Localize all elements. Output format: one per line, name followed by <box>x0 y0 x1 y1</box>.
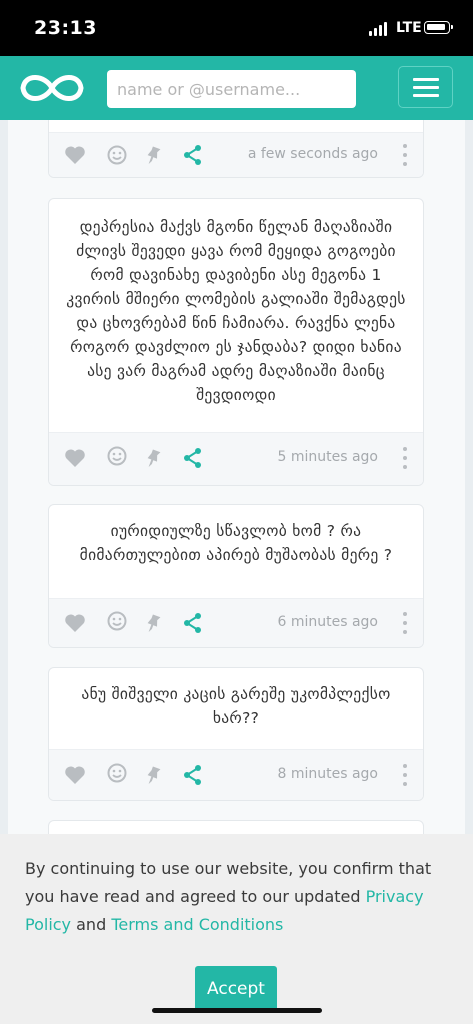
network-label: LTE <box>396 20 422 36</box>
post-timestamp: 8 minutes ago <box>277 766 378 782</box>
post-actions: 5 minutes ago <box>49 432 423 485</box>
status-bar: 23:13 LTE <box>0 0 473 56</box>
more-options-icon[interactable] <box>403 144 407 166</box>
share-icon[interactable] <box>181 446 205 470</box>
smiley-icon[interactable] <box>105 761 129 785</box>
pin-icon[interactable] <box>141 446 165 470</box>
post-timestamp: 5 minutes ago <box>277 449 378 465</box>
battery-icon <box>424 21 453 34</box>
pin-icon[interactable] <box>141 143 165 167</box>
post-timestamp: 6 minutes ago <box>277 614 378 630</box>
pin-icon[interactable] <box>141 611 165 635</box>
post-card: დეპრესია მაქვს მგონი წელან მაღაზიაში ძლი… <box>48 198 424 486</box>
post-card: a few seconds ago <box>48 120 424 178</box>
heart-icon[interactable] <box>63 446 87 470</box>
signal-icon <box>369 22 389 36</box>
share-icon[interactable] <box>181 763 205 787</box>
more-options-icon[interactable] <box>403 447 407 469</box>
smiley-icon[interactable] <box>105 609 129 633</box>
home-indicator <box>152 1008 322 1013</box>
search-input[interactable] <box>107 70 356 108</box>
post-text: ანუ შიშველი კაცის გარეშე უკომპლექსო ხარ?… <box>81 685 391 727</box>
accept-button[interactable]: Accept <box>195 966 277 1012</box>
app-header <box>0 56 473 120</box>
more-options-icon[interactable] <box>403 764 407 786</box>
pin-icon[interactable] <box>141 763 165 787</box>
terms-link[interactable]: Terms and Conditions <box>111 915 283 934</box>
heart-icon[interactable] <box>63 143 87 167</box>
more-options-icon[interactable] <box>403 612 407 634</box>
cookie-text: By continuing to use our website, you co… <box>25 855 450 939</box>
post-actions: 8 minutes ago <box>49 749 423 800</box>
menu-button[interactable] <box>398 66 453 108</box>
cookie-and: and <box>71 915 112 934</box>
share-icon[interactable] <box>181 611 205 635</box>
post-card: იურიდიულზე სწავლობ ხომ ? რა მიმართულებით… <box>48 504 424 648</box>
post-actions: a few seconds ago <box>49 132 423 177</box>
post-text: დეპრესია მაქვს მგონი წელან მაღაზიაში ძლი… <box>66 218 406 404</box>
heart-icon[interactable] <box>63 611 87 635</box>
status-time: 23:13 <box>34 17 97 39</box>
post-actions: 6 minutes ago <box>49 598 423 647</box>
cookie-banner: By continuing to use our website, you co… <box>0 834 473 1024</box>
smiley-icon[interactable] <box>105 444 129 468</box>
share-icon[interactable] <box>181 143 205 167</box>
post-card: ანუ შიშველი კაცის გარეშე უკომპლექსო ხარ?… <box>48 667 424 801</box>
heart-icon[interactable] <box>63 763 87 787</box>
post-text: იურიდიულზე სწავლობ ხომ ? რა მიმართულებით… <box>79 522 393 564</box>
logo-icon[interactable] <box>17 67 87 109</box>
smiley-icon[interactable] <box>105 143 129 167</box>
post-timestamp: a few seconds ago <box>247 146 378 162</box>
